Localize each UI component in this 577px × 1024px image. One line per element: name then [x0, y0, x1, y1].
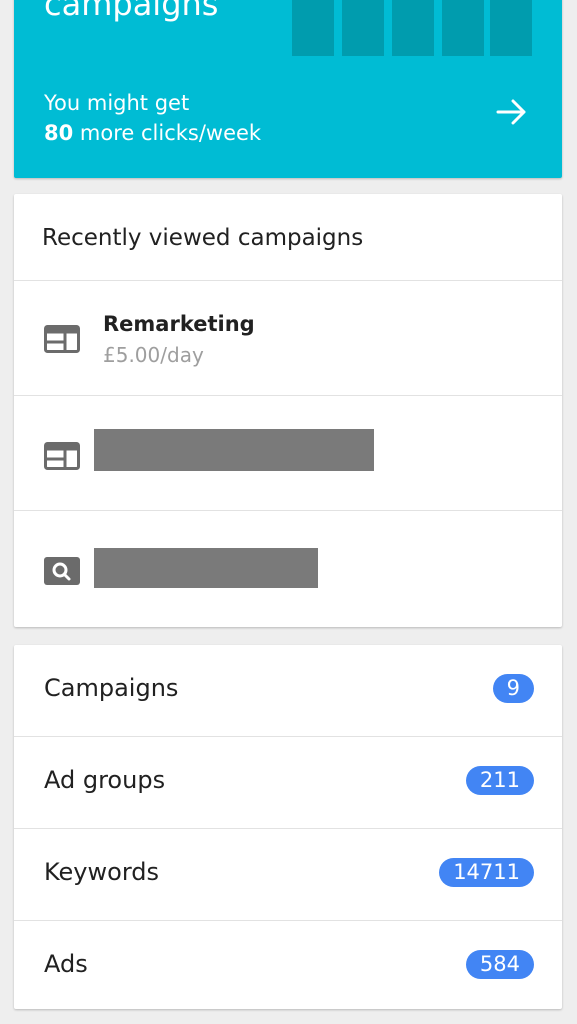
summary-row-ad-groups[interactable]: Ad groups 211 [14, 737, 562, 829]
recent-campaigns-header: Recently viewed campaigns [14, 194, 562, 281]
recent-campaigns-title: Recently viewed campaigns [42, 225, 364, 251]
summary-label: Campaigns [44, 674, 179, 702]
campaign-row[interactable] [14, 396, 562, 511]
summary-label: Ad groups [44, 766, 166, 794]
recent-campaigns-card: Recently viewed campaigns Remarketing £5… [14, 194, 562, 627]
redacted-campaign-info [94, 429, 374, 471]
opportunity-title: campaigns [44, 0, 219, 23]
display-campaign-icon [44, 325, 80, 353]
search-campaign-icon [44, 557, 80, 585]
summary-label: Ads [44, 950, 88, 978]
clicks-text: more clicks/week [73, 121, 262, 145]
account-summary-card: Campaigns 9 Ad groups 211 Keywords 14711… [14, 645, 562, 1009]
clicks-number: 80 [44, 121, 74, 145]
count-badge: 14711 [439, 858, 534, 887]
redacted-campaign-info [94, 548, 318, 588]
count-badge: 211 [465, 766, 534, 795]
campaign-name: Remarketing [103, 312, 255, 336]
opportunity-estimate: 80 more clicks/week [44, 120, 261, 146]
display-campaign-icon [44, 442, 80, 470]
count-badge: 9 [492, 674, 534, 703]
summary-row-campaigns[interactable]: Campaigns 9 [14, 645, 562, 737]
opportunity-card[interactable]: campaigns You might get 80 more clicks/w… [14, 0, 562, 178]
summary-row-ads[interactable]: Ads 584 [14, 921, 562, 1012]
summary-row-keywords[interactable]: Keywords 14711 [14, 829, 562, 921]
campaign-budget: £5.00/day [103, 343, 204, 367]
campaign-row[interactable] [14, 511, 562, 625]
campaign-row[interactable]: Remarketing £5.00/day [14, 281, 562, 396]
summary-label: Keywords [44, 858, 160, 886]
arrow-right-icon[interactable] [494, 94, 530, 130]
count-badge: 584 [465, 950, 534, 979]
opportunity-subtitle: You might get [44, 91, 190, 115]
